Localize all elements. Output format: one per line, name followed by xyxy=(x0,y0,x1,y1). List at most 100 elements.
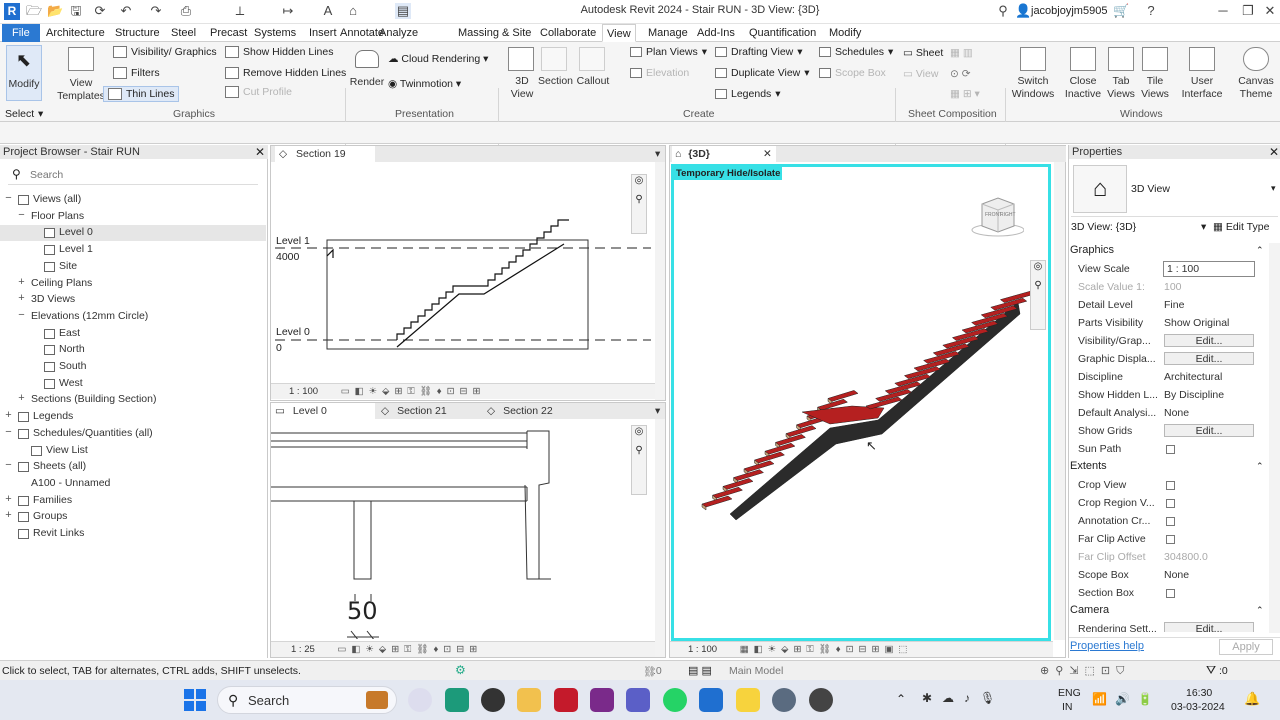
view-level-0[interactable]: ▭ Level 0 ◇ Section 21 ◇ Section 22 ▾ 50 ◎ ⚲ 1… xyxy=(270,402,666,658)
revit-taskbar-icon[interactable] xyxy=(699,688,723,712)
tile-views-button[interactable]: Tile Views xyxy=(1134,45,1176,103)
teams-icon[interactable] xyxy=(626,688,650,712)
revit-logo-icon[interactable]: R xyxy=(4,3,20,20)
tree-toggle-icon[interactable]: − xyxy=(17,209,26,221)
tab-steel[interactable]: Steel xyxy=(167,24,200,42)
project-browser-search[interactable]: ⚲ xyxy=(8,165,258,185)
steering-wheel-icon[interactable]: ◎ xyxy=(632,175,646,186)
tree-item[interactable]: − Elevations (12mm Circle) xyxy=(0,309,266,325)
collapse-icon[interactable]: ⌃ xyxy=(1256,602,1264,619)
property-edit-button[interactable]: Edit... xyxy=(1164,622,1254,632)
tree-item[interactable]: + Ceiling Plans xyxy=(0,276,266,292)
canvas-theme-button[interactable]: Canvas Theme xyxy=(1234,45,1278,103)
property-row[interactable]: View Scale 1 : 100 xyxy=(1069,260,1267,278)
tab-3d[interactable]: ⌂ {3D} ✕ xyxy=(672,146,776,162)
steering-wheel-icon[interactable]: ◎ xyxy=(1031,261,1045,272)
notifications-icon[interactable]: 🔔 xyxy=(1244,691,1260,707)
tree-item[interactable]: North xyxy=(0,342,266,358)
property-row[interactable]: Visibility/Grap... Edit... xyxy=(1069,332,1267,350)
property-row[interactable]: Annotation Cr... xyxy=(1069,512,1267,530)
collapse-icon[interactable]: ⌃ xyxy=(1256,458,1264,475)
property-row[interactable]: Graphic Displa... Edit... xyxy=(1069,350,1267,368)
property-value[interactable]: None xyxy=(1164,404,1189,422)
zoom-icon[interactable]: ⚲ xyxy=(1031,280,1045,291)
property-checkbox[interactable] xyxy=(1166,481,1175,490)
zoom-icon[interactable]: ⚲ xyxy=(632,194,646,205)
tab-structure[interactable]: Structure xyxy=(111,24,164,42)
type-selector[interactable]: ⌂ 3D View ▾ xyxy=(1071,161,1278,217)
type-dropdown-icon[interactable]: ▾ xyxy=(1271,183,1276,194)
tree-toggle-icon[interactable]: + xyxy=(4,493,13,505)
navigation-bar[interactable]: ◎ ⚲ xyxy=(631,174,647,234)
property-value[interactable]: None xyxy=(1164,566,1189,584)
property-row[interactable]: Rendering Sett... Edit... xyxy=(1069,620,1267,632)
property-checkbox[interactable] xyxy=(1166,589,1175,598)
close-properties-icon[interactable]: ✕ xyxy=(1269,145,1279,159)
property-row[interactable]: Default Analysi... None xyxy=(1069,404,1267,422)
property-row[interactable]: Show Grids Edit... xyxy=(1069,422,1267,440)
clock-time[interactable]: 16:30 xyxy=(1186,687,1212,699)
tree-item[interactable]: +3D Views xyxy=(0,292,266,308)
tab-add-ins[interactable]: Add-Ins xyxy=(693,24,739,42)
minimize-icon[interactable]: ─ xyxy=(1215,3,1231,19)
clock-date[interactable]: 03-03-2024 xyxy=(1171,701,1225,713)
align-dimension-icon[interactable]: ↦ xyxy=(280,3,296,19)
tab-collaborate[interactable]: Collaborate xyxy=(536,24,600,42)
tab-file[interactable]: File xyxy=(2,24,40,42)
selection-filter-icons[interactable]: ⊕⚲⇲⬚⊡⛉ xyxy=(1040,664,1130,678)
property-edit-button[interactable]: Edit... xyxy=(1164,334,1254,347)
tree-toggle-icon[interactable]: − xyxy=(4,192,13,204)
property-checkbox[interactable] xyxy=(1166,499,1175,508)
view-control-icons[interactable]: ▭◧☀⬙⊞⚿⛓♦⊡⊟⊞ xyxy=(317,644,482,655)
view-scale[interactable]: 1 : 25 xyxy=(271,644,315,655)
level-1-label[interactable]: Level 1 xyxy=(276,235,310,247)
help-icon[interactable]: ? xyxy=(1143,3,1159,19)
tree-item[interactable]: − Sheets (all) xyxy=(0,459,266,475)
language-secondary[interactable]: IN xyxy=(1062,701,1073,713)
level-0-elevation[interactable]: 0 xyxy=(276,342,282,354)
tree-item[interactable]: A100 - Unnamed xyxy=(0,476,266,492)
tab-dropdown-icon[interactable]: ▾ xyxy=(655,146,660,162)
tab-section-22[interactable]: ◇ Section 22 xyxy=(483,403,587,419)
property-edit-button[interactable]: Edit... xyxy=(1164,424,1254,437)
property-value[interactable]: Show Original xyxy=(1164,314,1229,332)
filter-icon[interactable]: ⛛ xyxy=(1206,663,1216,678)
open-icon[interactable]: 🗁 xyxy=(26,3,42,19)
design-option[interactable]: Main Model xyxy=(729,665,783,677)
taskbar-search[interactable]: ⚲ Search xyxy=(217,686,397,714)
property-row[interactable]: Crop View xyxy=(1069,476,1267,494)
search-input[interactable] xyxy=(30,166,250,183)
tree-item[interactable]: Level 1 xyxy=(0,242,266,258)
autocad-icon[interactable] xyxy=(554,688,578,712)
properties-scrollbar[interactable] xyxy=(1269,243,1280,633)
file-explorer-icon[interactable] xyxy=(517,688,541,712)
view-cube[interactable]: FRONT RIGHT xyxy=(968,192,1025,238)
apply-button[interactable]: Apply xyxy=(1219,639,1273,655)
sticky-notes-icon[interactable] xyxy=(736,688,760,712)
tree-toggle-icon[interactable]: + xyxy=(4,509,13,521)
view-control-icons[interactable]: ▭◧☀⬙⊞⚿⛓♦⊡⊟⊞ xyxy=(321,386,486,397)
vertical-scrollbar[interactable] xyxy=(655,419,665,657)
property-row[interactable]: Sun Path xyxy=(1069,440,1267,458)
user-name[interactable]: jacobjoyjm5905 xyxy=(1031,5,1107,17)
view-scale[interactable]: 1 : 100 xyxy=(271,386,318,397)
tab-level-0[interactable]: ▭ Level 0 xyxy=(271,403,375,419)
property-value[interactable]: Architectural xyxy=(1164,368,1222,386)
close-icon[interactable]: ✕ xyxy=(1262,3,1278,19)
property-row[interactable]: Parts Visibility Show Original xyxy=(1069,314,1267,332)
switch-windows-icon[interactable]: ▤ xyxy=(395,3,411,19)
binoculars-icon[interactable]: ⚲ xyxy=(995,3,1011,19)
text-icon[interactable]: A xyxy=(320,3,336,19)
view-cube-right[interactable]: RIGHT xyxy=(1000,212,1016,218)
property-edit-button[interactable]: Edit... xyxy=(1164,352,1254,365)
tree-toggle-icon[interactable]: + xyxy=(17,392,26,404)
print-icon[interactable]: ⎙ xyxy=(178,3,194,19)
tab-analyze[interactable]: Analyze xyxy=(375,24,422,42)
property-row[interactable]: Section Box xyxy=(1069,584,1267,602)
language-primary[interactable]: ENG xyxy=(1058,687,1081,699)
switch-windows-button[interactable]: Switch Windows xyxy=(1012,45,1054,103)
zoom-icon[interactable]: ⚲ xyxy=(632,445,646,456)
navigation-bar[interactable]: ◎ ⚲ xyxy=(631,425,647,495)
undo-icon[interactable]: ↶ xyxy=(118,3,134,19)
property-row[interactable]: Crop Region V... xyxy=(1069,494,1267,512)
